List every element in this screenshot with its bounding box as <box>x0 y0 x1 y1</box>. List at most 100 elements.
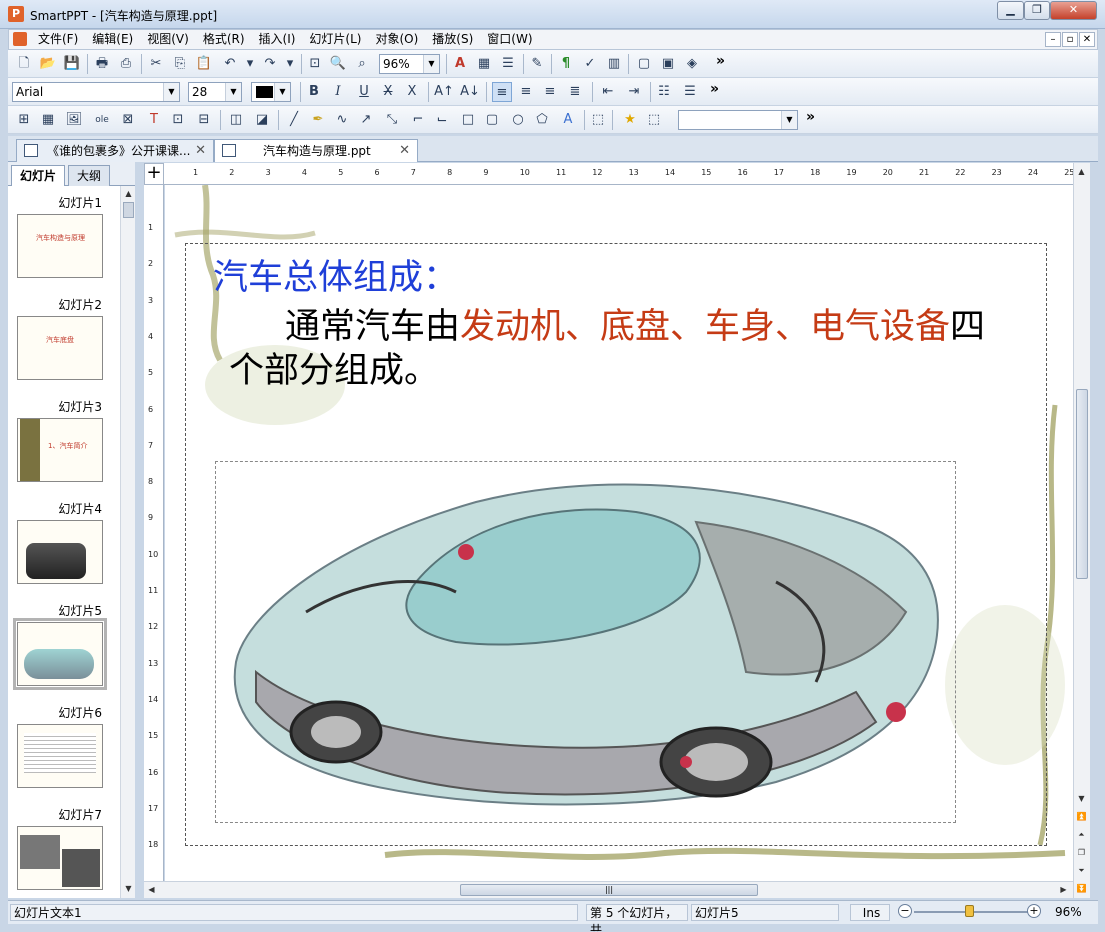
menu-edit[interactable]: 编辑(E) <box>85 30 140 49</box>
cut-icon[interactable]: ✂ <box>146 54 166 74</box>
tab-doc-2[interactable]: 汽车构造与原理.ppt ✕ <box>214 139 418 162</box>
slide-thumbnail-5[interactable] <box>13 618 107 690</box>
scrollbar-thumb[interactable]: ||| <box>460 884 758 896</box>
scrollbar-thumb[interactable] <box>1076 389 1088 579</box>
increase-indent-icon[interactable]: ⇥ <box>624 82 644 102</box>
menu-slide[interactable]: 幻灯片(L) <box>302 30 368 49</box>
rounded-rectangle-icon[interactable]: ▢ <box>482 110 502 130</box>
connector-icon[interactable]: ⤡ <box>382 110 402 130</box>
ungroup-icon[interactable]: ◪ <box>252 110 272 130</box>
menu-insert[interactable]: 插入(I) <box>252 30 303 49</box>
menu-view[interactable]: 视图(V) <box>140 30 196 49</box>
group-icon[interactable]: ◫ <box>226 110 246 130</box>
animation-combo[interactable]: ▼ <box>678 110 798 130</box>
rectangle-icon[interactable]: □ <box>458 110 478 130</box>
align-justify-icon[interactable]: ≣ <box>565 82 585 102</box>
zoom-icon[interactable]: ⌕ <box>352 54 372 74</box>
insert-picture-icon[interactable]: 🖼 <box>64 110 84 130</box>
copy-icon[interactable]: ⎘ <box>170 54 190 74</box>
maximize-button[interactable]: ❐ <box>1024 1 1050 20</box>
restore-slide-icon[interactable]: ❐ <box>1076 847 1087 858</box>
insert-ole-icon[interactable]: ole <box>92 110 112 130</box>
align-center-icon[interactable]: ≡ <box>516 82 536 102</box>
mdi-minimize-button[interactable]: – <box>1045 32 1061 47</box>
new-icon[interactable]: 🗋 <box>14 54 34 74</box>
slide-show-icon[interactable]: ◈ <box>682 54 702 74</box>
previous-slide-icon[interactable]: ⏶ <box>1076 829 1087 840</box>
font-color-combo[interactable]: ▼ <box>251 82 291 102</box>
wordart-icon[interactable]: A <box>558 110 578 130</box>
zoom-combo[interactable]: 96% ▼ <box>379 54 440 74</box>
insert-chart-icon[interactable]: ⊠ <box>118 110 138 130</box>
thumbnail-scrollbar[interactable]: ▲ ▼ <box>120 186 135 898</box>
bullet-list-icon[interactable]: ☷ <box>654 82 674 102</box>
slide-thumbnail-1[interactable]: 汽车构造与原理 <box>17 214 103 278</box>
list-insert-icon[interactable]: ☰ <box>498 54 518 74</box>
tab-doc-1[interactable]: 《谁的包裹多》公开课课... ✕ <box>16 139 214 162</box>
menu-format[interactable]: 格式(R) <box>196 30 252 49</box>
chevron-down-icon[interactable]: ▼ <box>225 83 241 101</box>
zoom-in-icon[interactable]: + <box>1027 904 1041 918</box>
paragraph-mark-icon[interactable]: ¶ <box>556 54 576 74</box>
scroll-down-icon[interactable]: ▼ <box>1076 793 1087 804</box>
numbered-list-icon[interactable]: ☰ <box>680 82 700 102</box>
chevron-down-icon[interactable]: ▼ <box>274 83 290 101</box>
slide-thumbnail-7[interactable] <box>17 826 103 890</box>
spell-check-icon[interactable]: ✓ <box>580 54 600 74</box>
toolbar-overflow-button[interactable]: » <box>716 53 725 69</box>
scroll-up-icon[interactable]: ▲ <box>1076 166 1087 177</box>
insert-table-icon[interactable]: ▦ <box>38 110 58 130</box>
scroll-right-icon[interactable]: ▶ <box>1058 884 1069 895</box>
elbow-connector-icon[interactable]: ⌐ <box>408 110 428 130</box>
actual-size-icon[interactable]: ⊡ <box>305 54 325 74</box>
tab-slides[interactable]: 幻灯片 <box>11 165 65 186</box>
font-size-combo[interactable]: 28 ▼ <box>188 82 242 102</box>
scroll-left-icon[interactable]: ◀ <box>146 884 157 895</box>
align-left-icon[interactable]: ≡ <box>492 82 512 102</box>
redo-icon[interactable]: ↷ <box>260 54 280 74</box>
menu-object[interactable]: 对象(O) <box>368 30 425 49</box>
slide-canvas[interactable]: 汽车总体组成： 通常汽车由发动机、底盘、车身、电气设备四 个部分组成。 <box>165 185 1073 881</box>
chevron-down-icon[interactable]: ▼ <box>423 55 439 73</box>
slide-thumbnail-3[interactable]: 1、汽车简介 <box>17 418 103 482</box>
zoom-slider-handle[interactable] <box>965 905 974 917</box>
minimize-button[interactable]: ▁ <box>997 1 1024 20</box>
slide-master-icon[interactable]: ▣ <box>658 54 678 74</box>
print-icon[interactable]: 🖶 <box>92 54 112 74</box>
align-right-icon[interactable]: ≡ <box>540 82 560 102</box>
slide-thumbnail-4[interactable] <box>17 520 103 584</box>
text-box-icon[interactable]: A <box>450 54 470 74</box>
redo-dropdown-icon[interactable]: ▾ <box>280 54 300 74</box>
insert-wordart-icon[interactable]: T <box>144 110 164 130</box>
export-pdf-icon[interactable]: ⎙ <box>116 54 136 74</box>
line-icon[interactable]: ╱ <box>284 110 304 130</box>
zoom-out-icon[interactable]: − <box>898 904 912 918</box>
close-button[interactable]: ✕ <box>1050 1 1097 20</box>
mdi-restore-button[interactable]: ▫ <box>1062 32 1078 47</box>
bold-icon[interactable]: B <box>304 82 324 102</box>
toolbar-overflow-button[interactable]: » <box>710 81 719 97</box>
slide-thumbnail-6[interactable] <box>17 724 103 788</box>
arrow-icon[interactable]: ↗ <box>356 110 376 130</box>
slide-horizontal-scrollbar[interactable]: ◀ ||| ▶ <box>144 881 1073 898</box>
scrollbar-thumb[interactable] <box>123 202 134 218</box>
document-icon[interactable] <box>13 32 27 46</box>
slide-thumbnail-2[interactable]: 汽车底盘 <box>17 316 103 380</box>
save-icon[interactable]: 💾 <box>62 54 82 74</box>
font-name-combo[interactable]: Arial ▼ <box>12 82 180 102</box>
next-slide-icon[interactable]: ⏷ <box>1076 865 1087 876</box>
insert-textbox-icon[interactable]: ⊞ <box>14 110 34 130</box>
insert-object-icon[interactable]: ⊟ <box>194 110 214 130</box>
table-insert-icon[interactable]: ▦ <box>474 54 494 74</box>
selection-icon[interactable]: ⬚ <box>588 110 608 130</box>
close-icon[interactable]: ✕ <box>399 140 410 162</box>
horizontal-ruler[interactable]: 1 2 3 4 5 6 7 8 9 10 11 12 13 14 15 16 17 18 19 20 21 22 23 24 2… <box>164 163 1073 185</box>
vertical-ruler[interactable]: 1 2 3 4 5 6 7 8 9 10 11 12 13 14 15 16 17 18 <box>144 185 164 881</box>
chevron-down-icon[interactable]: ▼ <box>781 111 797 129</box>
first-slide-icon[interactable]: ⏫ <box>1076 811 1087 822</box>
italic-icon[interactable]: I <box>328 82 348 102</box>
mdi-close-button[interactable]: ✕ <box>1079 32 1095 47</box>
menu-play[interactable]: 播放(S) <box>425 30 480 49</box>
scroll-up-icon[interactable]: ▲ <box>123 188 134 199</box>
slide-heading[interactable]: 汽车总体组成： <box>213 249 458 300</box>
